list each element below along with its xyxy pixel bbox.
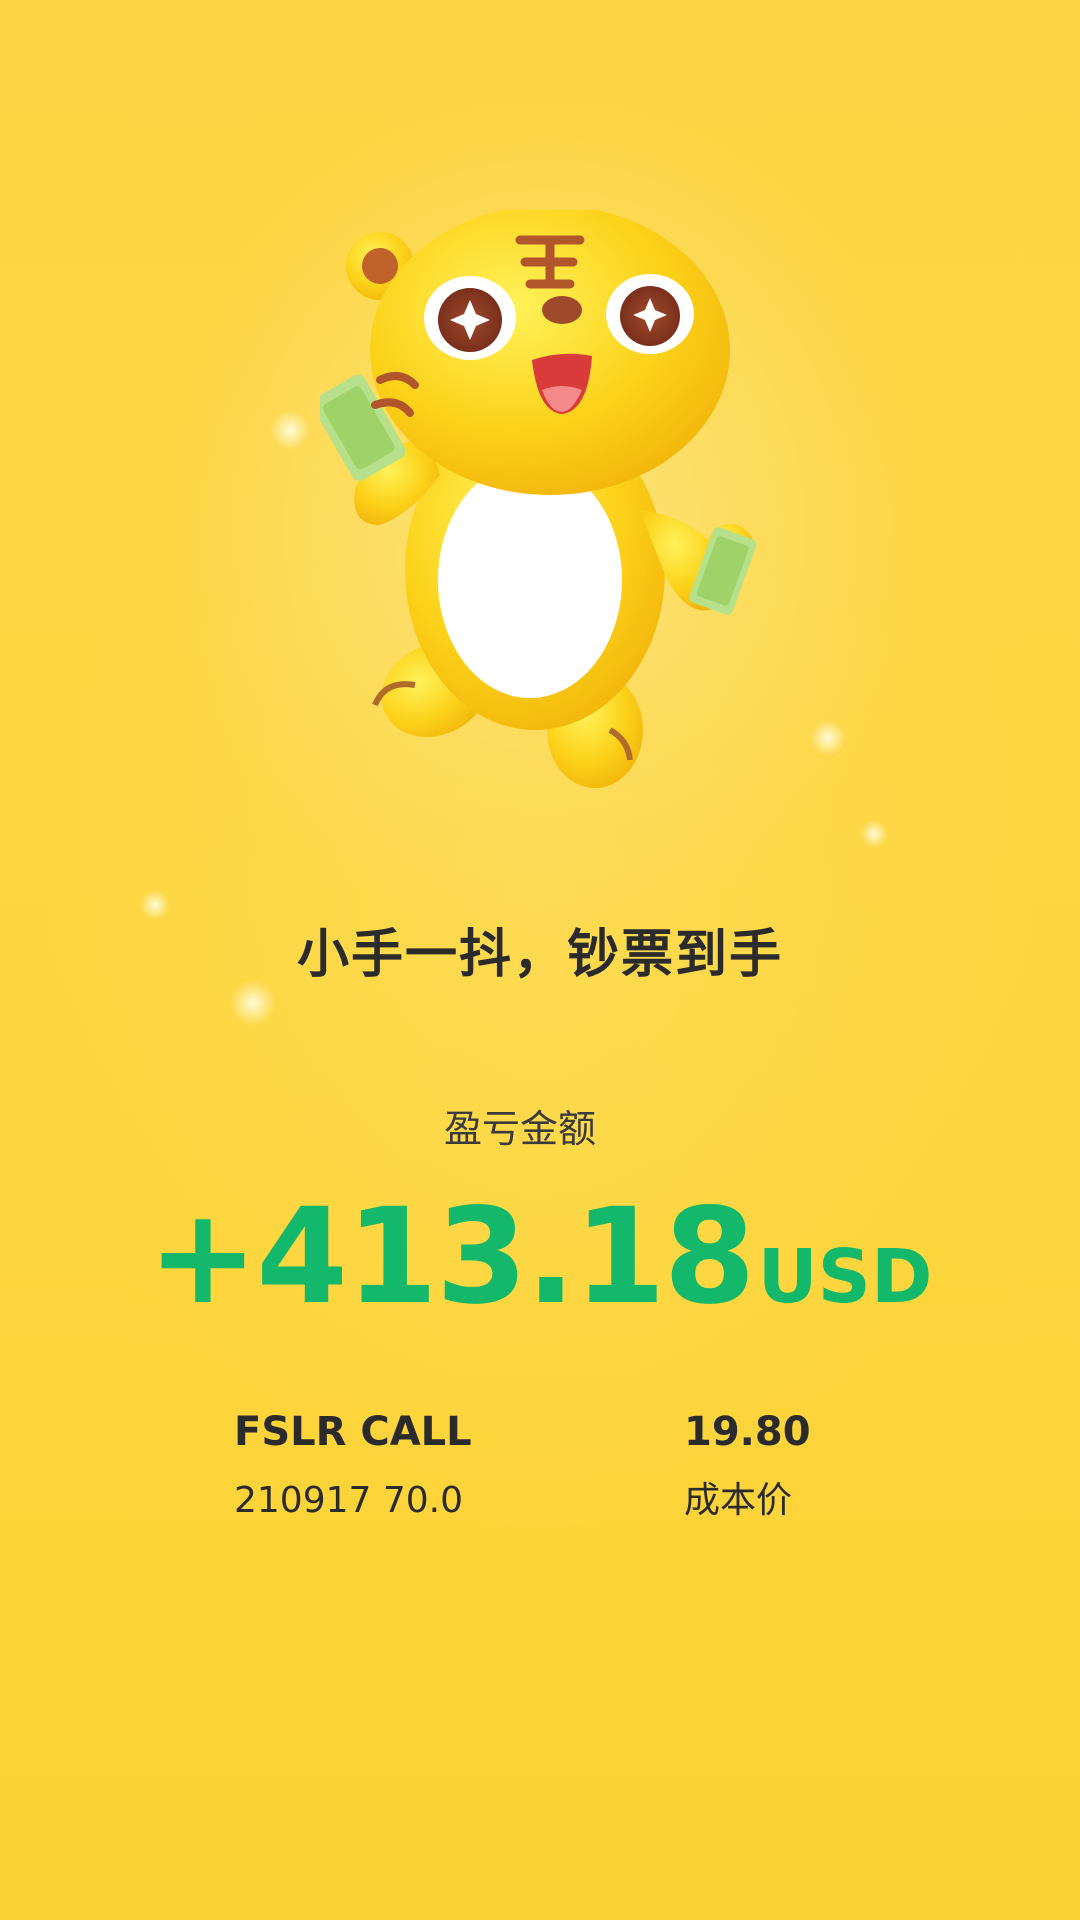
pnl-value: +413.18USD [0, 1180, 1080, 1334]
sparkle-decoration [810, 720, 846, 756]
pnl-label: 盈亏金额 [443, 1107, 596, 1151]
slogan-text: 小手一抖，钞票到手 [296, 925, 783, 985]
sparkle-decoration [860, 820, 888, 848]
position-contract: 210917 70.0 [234, 1480, 464, 1521]
position-info: FSLR CALL 210917 70.0 [234, 1404, 472, 1526]
pnl-amount: +413.18 [147, 1180, 756, 1334]
pnl-currency: USD [757, 1234, 933, 1320]
share-card: 小手一抖，钞票到手 盈亏金额 +413.18USD FSLR CALL 2109… [0, 0, 1080, 1920]
cost-info: 19.80 成本价 [684, 1404, 811, 1526]
cost-value: 19.80 [684, 1409, 811, 1455]
cost-label: 成本价 [684, 1480, 793, 1521]
sparkle-decoration [270, 410, 310, 450]
tiger-mascot-icon [320, 210, 790, 800]
position-name: FSLR CALL [234, 1409, 472, 1455]
